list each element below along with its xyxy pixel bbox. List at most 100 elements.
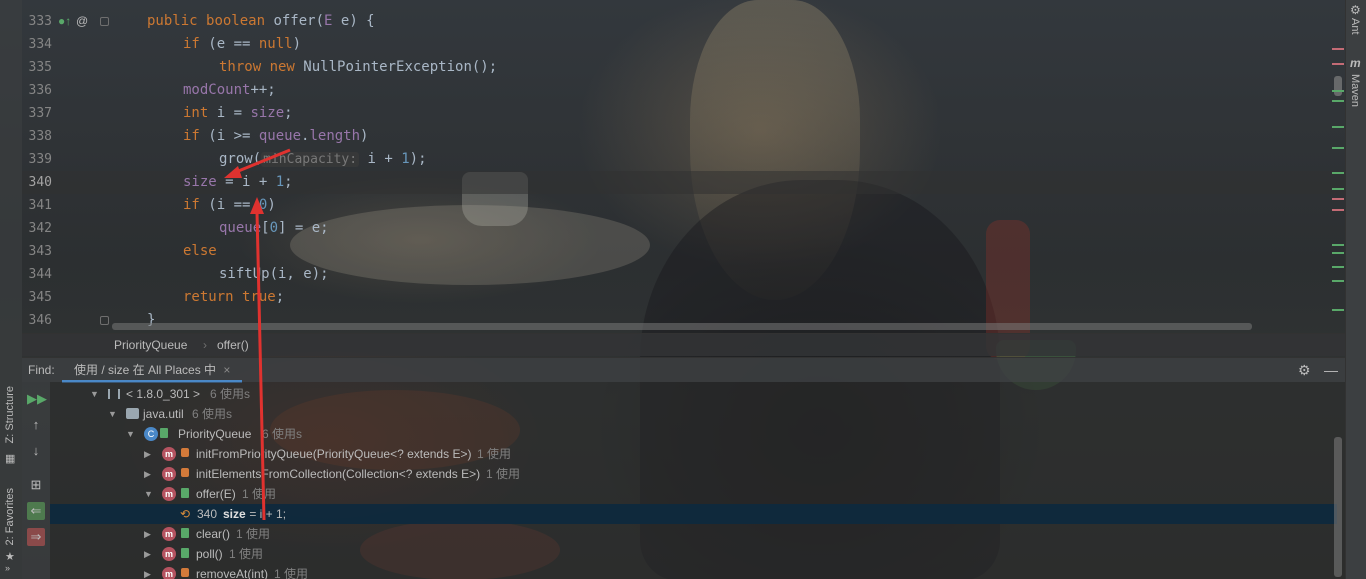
previous-occurrence-icon[interactable]: ↑ bbox=[27, 416, 45, 434]
line-number[interactable]: 343 bbox=[22, 240, 52, 263]
change-stripe-mark[interactable] bbox=[1332, 188, 1344, 190]
code-line[interactable]: 345 return true; bbox=[22, 286, 1345, 309]
expand-arrow-icon[interactable]: ▶ bbox=[144, 464, 151, 484]
code-line[interactable]: 333 public boolean offer(E e) { bbox=[22, 10, 1345, 33]
change-stripe-mark[interactable] bbox=[1332, 280, 1344, 282]
line-number[interactable]: 344 bbox=[22, 263, 52, 286]
usage-count: 6 使用s bbox=[192, 407, 233, 421]
maven-tool-tab[interactable]: Maven bbox=[1349, 74, 1361, 107]
tree-row-jdk[interactable]: ▼ < 1.8.0_301 > 6 使用s bbox=[50, 384, 1337, 404]
tree-row-method[interactable]: ▶ m clear() 1 使用 bbox=[50, 524, 1337, 544]
merge-usages-icon[interactable]: ⇐ bbox=[27, 502, 45, 520]
change-stripe-mark[interactable] bbox=[1332, 126, 1344, 128]
expand-arrow-icon[interactable]: ▶ bbox=[144, 444, 151, 464]
code-text: int i = size; bbox=[183, 102, 293, 125]
code-line[interactable]: 334 if (e == null) bbox=[22, 33, 1345, 56]
code-editor[interactable]: 333 public boolean offer(E e) {334 if (e =… bbox=[22, 0, 1345, 333]
line-number[interactable]: 335 bbox=[22, 56, 52, 79]
usage-count: 1 使用 bbox=[486, 467, 521, 481]
method-icon: m bbox=[162, 467, 176, 481]
expand-arrow-icon[interactable]: ▶ bbox=[144, 524, 151, 544]
tree-row-method[interactable]: ▶ m removeAt(int) 1 使用 bbox=[50, 564, 1337, 579]
line-number[interactable]: 345 bbox=[22, 286, 52, 309]
line-number[interactable]: 339 bbox=[22, 148, 52, 171]
code-token: NullPointerException(); bbox=[303, 59, 498, 75]
code-line[interactable]: 341 if (i == 0) bbox=[22, 194, 1345, 217]
line-number[interactable]: 342 bbox=[22, 217, 52, 240]
error-stripe-mark[interactable] bbox=[1332, 209, 1344, 211]
usages-tree[interactable]: ▼ < 1.8.0_301 > 6 使用s ▼ java.util 6 使用s … bbox=[50, 382, 1345, 579]
change-stripe-mark[interactable] bbox=[1332, 252, 1344, 254]
more-chevron-icon[interactable]: » bbox=[5, 563, 10, 573]
error-stripe-mark[interactable] bbox=[1332, 63, 1344, 65]
find-results-tab[interactable]: 使用 / size 在 All Places 中 × bbox=[62, 358, 243, 383]
next-occurrence-icon[interactable]: ↓ bbox=[27, 442, 45, 460]
library-icon bbox=[108, 389, 120, 399]
expand-arrow-icon[interactable]: ▶ bbox=[144, 544, 151, 564]
tree-row-package[interactable]: ▼ java.util 6 使用s bbox=[50, 404, 1337, 424]
horizontal-scrollbar[interactable] bbox=[112, 323, 1252, 330]
close-tab-icon[interactable]: × bbox=[223, 363, 230, 377]
line-number[interactable]: 333 bbox=[22, 10, 52, 33]
tree-row-class[interactable]: ▼ C PriorityQueue 6 使用s bbox=[50, 424, 1337, 444]
structure-tool-tab[interactable]: Z: Structure bbox=[4, 386, 16, 443]
method-label: clear() bbox=[196, 527, 231, 541]
change-stripe-mark[interactable] bbox=[1332, 147, 1344, 149]
line-number[interactable]: 337 bbox=[22, 102, 52, 125]
change-stripe-mark[interactable] bbox=[1332, 244, 1344, 246]
group-by-icon[interactable]: ⊞ bbox=[27, 476, 45, 494]
change-stripe-mark[interactable] bbox=[1332, 90, 1344, 92]
breadcrumb: PriorityQueue › offer() bbox=[22, 333, 1345, 356]
code-text: grow(minCapacity: i + 1); bbox=[219, 148, 427, 171]
code-line[interactable]: 338 if (i >= queue.length) bbox=[22, 125, 1345, 148]
override-annotation-icon[interactable]: @ bbox=[76, 10, 88, 33]
tree-row-usage-selected[interactable]: ⟲ 340 size = i + 1; bbox=[50, 504, 1337, 524]
fold-toggle-icon[interactable] bbox=[100, 17, 109, 26]
gear-icon[interactable]: ⚙ bbox=[1298, 358, 1311, 383]
line-number[interactable]: 341 bbox=[22, 194, 52, 217]
find-tab-title: 使用 / size 在 All Places 中 bbox=[74, 363, 217, 377]
tree-row-method[interactable]: ▶ m initFromPriorityQueue(PriorityQueue<? … bbox=[50, 444, 1337, 464]
code-line[interactable]: 342 queue[0] = e; bbox=[22, 217, 1345, 240]
tree-row-method[interactable]: ▶ m poll() 1 使用 bbox=[50, 544, 1337, 564]
collapse-arrow-icon[interactable]: ▼ bbox=[144, 484, 153, 504]
expand-arrow-icon[interactable]: ▶ bbox=[144, 564, 151, 579]
collapse-arrow-icon[interactable]: ▼ bbox=[126, 424, 135, 444]
breadcrumb-method[interactable]: offer() bbox=[217, 334, 249, 357]
line-number[interactable]: 336 bbox=[22, 79, 52, 102]
change-stripe-mark[interactable] bbox=[1332, 266, 1344, 268]
code-line[interactable]: 337 int i = size; bbox=[22, 102, 1345, 125]
vertical-scrollbar[interactable] bbox=[1334, 76, 1342, 96]
code-line[interactable]: 340 size = i + 1; bbox=[22, 171, 1345, 194]
rerun-icon[interactable]: ▶▶ bbox=[27, 390, 47, 408]
line-number[interactable]: 334 bbox=[22, 33, 52, 56]
code-token: 1 bbox=[275, 174, 285, 190]
code-line[interactable]: 339 grow(minCapacity: i + 1); bbox=[22, 148, 1345, 171]
code-line[interactable]: 344 siftUp(i, e); bbox=[22, 263, 1345, 286]
code-line[interactable]: 335 throw new NullPointerException(); bbox=[22, 56, 1345, 79]
implements-method-icon[interactable]: ●↑ bbox=[58, 10, 71, 33]
method-icon: m bbox=[162, 447, 176, 461]
code-line[interactable]: 343 else bbox=[22, 240, 1345, 263]
code-line[interactable]: 336 modCount++; bbox=[22, 79, 1345, 102]
code-token: i = bbox=[216, 105, 251, 121]
tree-row-method[interactable]: ▶ m initElementsFromCollection(Collection<… bbox=[50, 464, 1337, 484]
breadcrumb-class[interactable]: PriorityQueue bbox=[114, 334, 187, 357]
line-number[interactable]: 346 bbox=[22, 309, 52, 332]
favorites-tool-tab[interactable]: 2: Favorites bbox=[4, 488, 16, 545]
minimize-icon[interactable]: — bbox=[1324, 358, 1338, 383]
collapse-arrow-icon[interactable]: ▼ bbox=[90, 384, 99, 404]
tree-row-method[interactable]: ▼ m offer(E) 1 使用 bbox=[50, 484, 1337, 504]
error-stripe-mark[interactable] bbox=[1332, 198, 1344, 200]
tree-scrollbar[interactable] bbox=[1334, 437, 1342, 577]
line-number[interactable]: 340 bbox=[22, 171, 52, 194]
line-number[interactable]: 338 bbox=[22, 125, 52, 148]
change-stripe-mark[interactable] bbox=[1332, 309, 1344, 311]
change-stripe-mark[interactable] bbox=[1332, 172, 1344, 174]
ant-tool-tab[interactable]: Ant bbox=[1349, 18, 1361, 35]
export-icon[interactable]: ⇒ bbox=[27, 528, 45, 546]
collapse-arrow-icon[interactable]: ▼ bbox=[108, 404, 117, 424]
change-stripe-mark[interactable] bbox=[1332, 100, 1344, 102]
fold-toggle-icon[interactable] bbox=[100, 316, 109, 325]
error-stripe-mark[interactable] bbox=[1332, 48, 1344, 50]
